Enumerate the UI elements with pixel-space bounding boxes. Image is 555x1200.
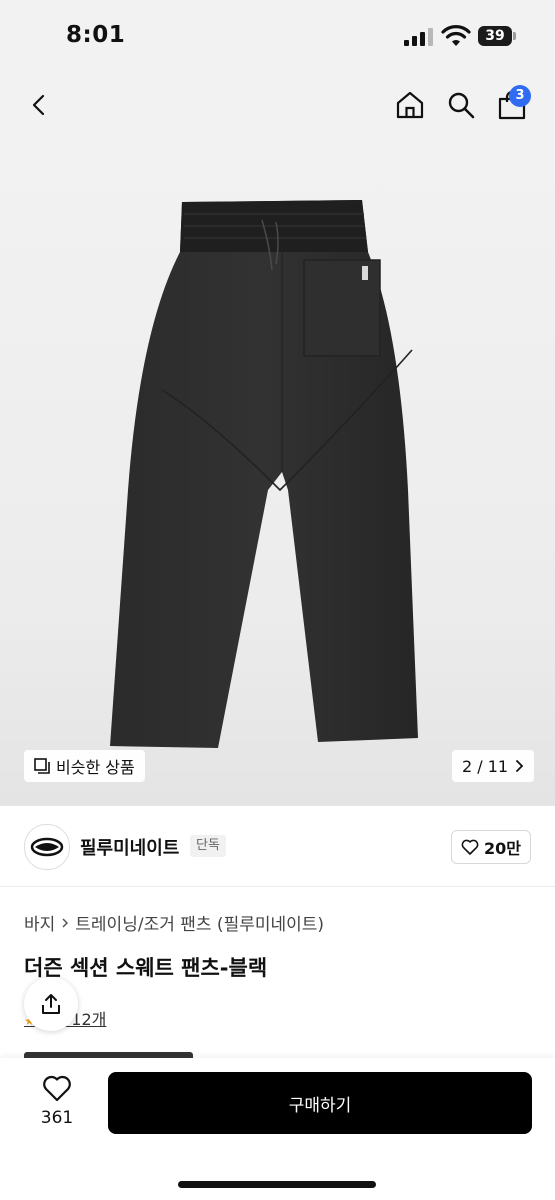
brand-like-button[interactable]: 20만 <box>451 830 531 864</box>
share-button[interactable] <box>24 977 78 1031</box>
buy-button[interactable]: 구매하기 <box>108 1072 532 1134</box>
back-button[interactable] <box>20 85 60 125</box>
cart-count-badge: 3 <box>509 85 531 107</box>
image-page-number: 2 / 11 <box>462 756 509 776</box>
home-icon <box>396 91 424 119</box>
battery-icon: 39 <box>478 26 518 46</box>
brand-like-count: 20만 <box>484 839 521 858</box>
chevron-right-icon <box>62 917 69 928</box>
search-icon <box>448 92 475 119</box>
battery-level: 39 <box>485 28 505 44</box>
exclusive-badge: 단독 <box>190 835 226 857</box>
chevron-left-icon <box>32 94 45 116</box>
product-image <box>110 200 418 748</box>
image-page-indicator[interactable]: 2 / 11 <box>452 750 535 782</box>
brand-row: 필루미네이트 단독 20만 <box>0 806 555 887</box>
wishlist-count: 361 <box>40 1108 74 1128</box>
brand-logo-icon <box>30 837 64 857</box>
heart-icon <box>43 1075 71 1102</box>
copy-icon <box>34 758 50 774</box>
search-button[interactable] <box>441 85 481 125</box>
product-image-gallery[interactable]: 비슷한 상품 2 / 11 <box>0 140 555 806</box>
status-time: 8:01 <box>66 22 126 48</box>
heart-icon <box>461 839 479 855</box>
wishlist-button[interactable]: 361 <box>30 1074 84 1128</box>
brand-logo[interactable] <box>24 824 70 870</box>
chevron-right-icon <box>516 760 524 772</box>
breadcrumb-item[interactable]: 트레이닝/조거 팬츠 (필루미네이트) <box>75 910 324 935</box>
similar-products-label: 비슷한 상품 <box>56 758 135 777</box>
top-nav-bar <box>0 70 555 140</box>
cellular-signal-icon <box>404 28 433 46</box>
similar-products-button[interactable]: 비슷한 상품 <box>24 750 145 782</box>
status-bar: 8:01 39 <box>0 0 555 70</box>
product-title: 더즌 섹션 스웨트 팬츠-블랙 <box>24 956 268 980</box>
share-icon <box>42 994 60 1014</box>
bottom-action-bar: 361 구매하기 <box>0 1058 555 1200</box>
home-indicator <box>178 1181 376 1188</box>
breadcrumb-item[interactable]: 바지 <box>24 910 55 935</box>
category-breadcrumb: 바지 트레이닝/조거 팬츠 (필루미네이트) <box>24 910 324 935</box>
home-button[interactable] <box>390 85 430 125</box>
brand-name[interactable]: 필루미네이트 <box>80 834 179 860</box>
wifi-icon <box>441 25 471 46</box>
